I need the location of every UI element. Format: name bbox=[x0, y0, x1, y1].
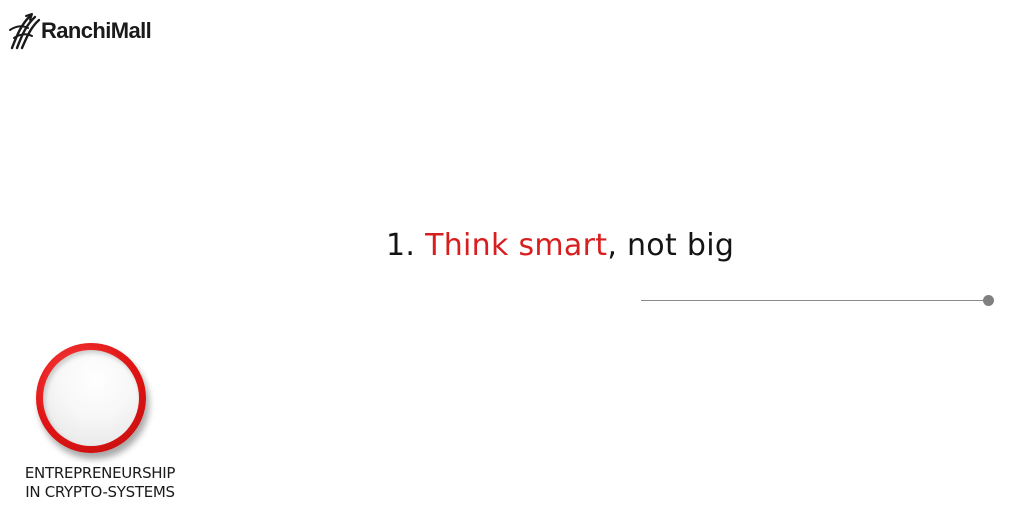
ranchimall-swoosh-icon bbox=[9, 13, 41, 50]
badge-circle bbox=[36, 343, 146, 453]
headline-rest: , not big bbox=[607, 228, 735, 263]
brand-logo: RanchiMall bbox=[8, 8, 152, 52]
badge-caption-line2: IN CRYPTO-SYSTEMS bbox=[25, 483, 175, 501]
slide: RanchiMall 1. Think smart, not big ENTRE… bbox=[0, 0, 1024, 512]
divider-line bbox=[641, 300, 985, 301]
divider-dot bbox=[983, 295, 994, 306]
badge-caption: ENTREPRENEURSHIP IN CRYPTO-SYSTEMS bbox=[6, 464, 194, 502]
headline: 1. Think smart, not big bbox=[386, 228, 734, 263]
headline-number: 1. bbox=[386, 228, 416, 263]
headline-accent: Think smart bbox=[425, 228, 608, 263]
brand-name: RanchiMall bbox=[41, 18, 152, 43]
badge-circle-inner bbox=[43, 350, 139, 446]
badge-caption-line1: ENTREPRENEURSHIP bbox=[24, 464, 176, 482]
